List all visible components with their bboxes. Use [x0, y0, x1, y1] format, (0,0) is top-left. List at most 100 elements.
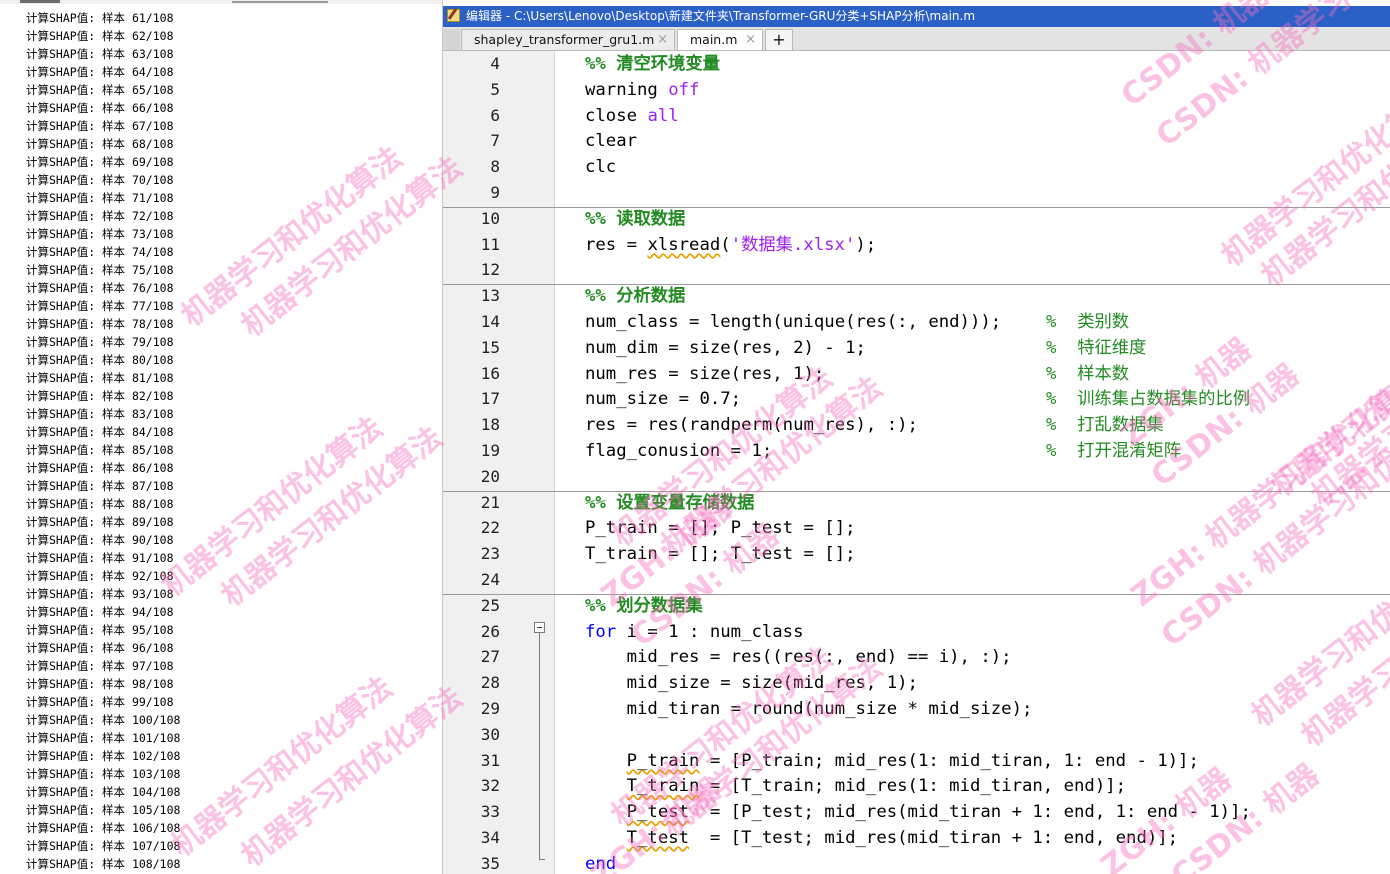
code-token: all — [647, 105, 679, 126]
line-number: 13 — [480, 286, 500, 306]
line-number: 11 — [480, 234, 500, 254]
console-line: 计算SHAP值: 样本 87/108 — [26, 479, 174, 493]
editor-title: 编辑器 - C:\Users\Lenovo\Desktop\新建文件夹\Tran… — [466, 9, 976, 23]
code-line[interactable]: 29 mid_tiran = round(num_size * mid_size… — [443, 696, 1390, 722]
console-line: 计算SHAP值: 样本 64/108 — [26, 65, 174, 79]
code-line[interactable]: 8 clc — [443, 154, 1390, 180]
close-tab-icon[interactable]: × — [745, 30, 756, 50]
code-line[interactable]: 16 num_res = size(res, 1); % 样本数 — [443, 361, 1390, 387]
editor-title-bar[interactable]: 编辑器 - C:\Users\Lenovo\Desktop\新建文件夹\Tran… — [443, 6, 1390, 27]
cell-title: %% 设置变量存储数据 — [585, 490, 754, 516]
tab-scroll-left[interactable] — [443, 29, 460, 50]
code-line[interactable]: 12 — [443, 257, 1390, 283]
console-line: 计算SHAP值: 样本 108/108 — [26, 857, 181, 871]
code-token: %% 分析数据 — [585, 286, 686, 307]
code-line[interactable]: 28 mid_size = size(mid_res, 1); — [443, 670, 1390, 696]
code-token: P_train = []; P_test = []; — [585, 518, 856, 539]
console-line: 计算SHAP值: 样本 77/108 — [26, 299, 174, 313]
code-line[interactable]: 25 %% 划分数据集 — [443, 593, 1390, 619]
line-number: 9 — [490, 183, 500, 202]
code-line[interactable]: 30 — [443, 722, 1390, 748]
code-line[interactable]: 32 T_train = [T_train; mid_res(1: mid_ti… — [443, 773, 1390, 799]
code-line[interactable]: 10 %% 读取数据 — [443, 206, 1390, 232]
code-token: i = 1 : num_class — [616, 621, 804, 642]
code-line[interactable]: 4 %% 清空环境变量 — [443, 51, 1390, 77]
line-number: 4 — [490, 54, 500, 73]
code-text: T_train = [T_train; mid_res(1: mid_tiran… — [585, 773, 1126, 799]
code-line[interactable]: 35 end — [443, 851, 1390, 874]
line-number: 33 — [480, 802, 500, 822]
code-token: %% 设置变量存储数据 — [585, 492, 755, 513]
code-line[interactable]: 13 %% 分析数据 — [443, 283, 1390, 309]
command-window[interactable]: 计算SHAP值: 样本 61/108 计算SHAP值: 样本 62/108 计算SH… — [0, 0, 443, 874]
console-line: 计算SHAP值: 样本 105/108 — [26, 803, 181, 817]
code-token: num_dim = size(res, 2) - 1; — [585, 337, 866, 358]
code-line[interactable]: 33 P_test = [P_test; mid_res(mid_tiran +… — [443, 799, 1390, 825]
code-token: num_class = length(unique(res(:, end))); — [585, 312, 1002, 332]
code-line[interactable]: 9 — [443, 180, 1390, 206]
line-number: 22 — [480, 518, 500, 538]
code-token: end — [585, 853, 617, 874]
code-token: mid_size = size(mid_res, 1); — [585, 673, 918, 694]
code-token: T_train — [626, 776, 700, 797]
editor-tab-bar: shapley_transformer_gru1.m × main.m × + — [443, 27, 1390, 51]
tab-main[interactable]: main.m × — [677, 29, 763, 50]
cell-title: %% 读取数据 — [585, 206, 685, 232]
console-line: 计算SHAP值: 样本 99/108 — [26, 695, 174, 709]
line-number: 6 — [490, 105, 500, 125]
code-text: P_test = [P_test; mid_res(mid_tiran + 1:… — [585, 799, 1251, 825]
console-line: 计算SHAP值: 样本 84/108 — [26, 425, 174, 439]
code-line[interactable]: 17 num_size = 0.7; % 训练集占数据集的比例 — [443, 386, 1390, 412]
console-line: 计算SHAP值: 样本 92/108 — [26, 569, 174, 583]
code-token: '数据集.xlsx' — [730, 234, 856, 255]
code-token: ( — [720, 234, 731, 255]
code-comment: % 训练集占数据集的比例 — [1046, 389, 1251, 410]
console-line: 计算SHAP值: 样本 96/108 — [26, 641, 174, 655]
code-text: mid_size = size(mid_res, 1); — [585, 670, 918, 696]
line-number: 14 — [480, 312, 500, 331]
code-line[interactable]: 19 flag_conusion = 1; % 打开混淆矩阵 — [443, 438, 1390, 464]
console-line: 计算SHAP值: 样本 93/108 — [26, 587, 174, 601]
code-line[interactable]: 27 mid_res = res((res(:, end) == i), :); — [443, 644, 1390, 670]
code-line[interactable]: 7 clear — [443, 128, 1390, 154]
code-token: = [P_train; mid_res(1: mid_tiran, 1: end… — [699, 750, 1199, 771]
code-line[interactable]: 34 T_test = [T_test; mid_res(mid_tiran +… — [443, 825, 1390, 851]
code-line[interactable]: 20 — [443, 464, 1390, 490]
code-line[interactable]: 11 res = xlsread('数据集.xlsx'); — [443, 232, 1390, 258]
line-number: 21 — [480, 492, 500, 512]
console-line: 计算SHAP值: 样本 78/108 — [26, 317, 174, 331]
code-line[interactable]: 14 num_class = length(unique(res(:, end))… — [443, 309, 1390, 335]
editor-window[interactable]: 编辑器 - C:\Users\Lenovo\Desktop\新建文件夹\Tran… — [443, 0, 1390, 874]
code-text: warning off — [585, 77, 699, 103]
code-token: clear — [585, 131, 638, 152]
code-text: end — [585, 851, 616, 874]
code-text: res = res(randperm(num_res), :); — [585, 412, 918, 438]
close-tab-icon[interactable]: × — [657, 30, 668, 50]
code-line[interactable]: 6 close all — [443, 103, 1390, 129]
console-toolbar-segment — [232, 1, 328, 3]
code-line[interactable]: 21 %% 设置变量存储数据 — [443, 490, 1390, 516]
line-number: 32 — [480, 776, 500, 796]
console-line: 计算SHAP值: 样本 73/108 — [26, 227, 174, 241]
code-line[interactable]: 23 T_train = []; T_test = []; — [443, 541, 1390, 567]
code-line[interactable]: 18 res = res(randperm(num_res), :); % 打乱数据… — [443, 412, 1390, 438]
code-text: num_size = 0.7; — [585, 386, 741, 412]
code-line[interactable]: 26 for i = 1 : num_class — [443, 619, 1390, 645]
line-number: 16 — [480, 363, 500, 383]
line-number: 12 — [480, 260, 500, 280]
tab-shapley-transformer-gru1[interactable]: shapley_transformer_gru1.m × — [461, 29, 675, 50]
new-tab-button[interactable]: + — [765, 29, 793, 50]
console-line: 计算SHAP值: 样本 62/108 — [26, 29, 174, 43]
code-line[interactable]: 22 P_train = []; P_test = []; — [443, 515, 1390, 541]
console-line: 计算SHAP值: 样本 86/108 — [26, 461, 174, 475]
code-text: res = xlsread('数据集.xlsx'); — [585, 232, 876, 258]
code-line[interactable]: 31 P_train = [P_train; mid_res(1: mid_ti… — [443, 748, 1390, 774]
console-line: 计算SHAP值: 样本 65/108 — [26, 83, 174, 97]
code-editor[interactable]: 4 %% 清空环境变量 5 warning off 6 close all 7 clear 8 c… — [443, 51, 1390, 874]
code-line[interactable]: 24 — [443, 567, 1390, 593]
code-line[interactable]: 5 warning off — [443, 77, 1390, 103]
code-line[interactable]: 15 num_dim = size(res, 2) - 1; % 特征维度 — [443, 335, 1390, 361]
line-number: 31 — [480, 750, 500, 770]
code-text: P_train = [P_train; mid_res(1: mid_tiran… — [585, 748, 1199, 774]
